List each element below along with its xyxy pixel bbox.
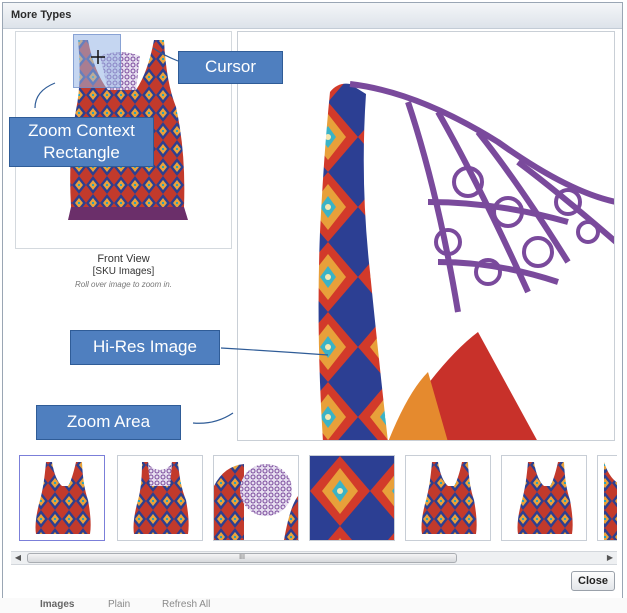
view-name: Front View bbox=[97, 253, 150, 265]
dialog-titlebar: More Types bbox=[3, 3, 622, 29]
cursor-callout: Cursor bbox=[178, 51, 283, 84]
thumbnail-item[interactable] bbox=[309, 455, 395, 541]
scroll-right-icon[interactable]: ▶ bbox=[603, 552, 617, 564]
thumbnail-item[interactable] bbox=[405, 455, 491, 541]
close-button[interactable]: Close bbox=[571, 571, 615, 591]
tab-plain[interactable]: Plain bbox=[108, 599, 130, 610]
thumbnail-item[interactable] bbox=[117, 455, 203, 541]
tab-images[interactable]: Images bbox=[40, 599, 74, 610]
scroll-left-icon[interactable]: ◀ bbox=[11, 552, 25, 564]
dialog-title: More Types bbox=[11, 9, 72, 21]
hires-image bbox=[318, 81, 614, 440]
more-types-dialog: More Types Front View [SKU Images] Roll … bbox=[2, 2, 623, 608]
tab-refresh-all[interactable]: Refresh All bbox=[162, 599, 210, 610]
hires-callout: Hi-Res Image bbox=[70, 330, 220, 365]
thumbnail-strip bbox=[17, 453, 617, 543]
zoom-hint: Roll over image to zoom in. bbox=[75, 280, 172, 289]
background-tab-bar: Images Plain Refresh All bbox=[0, 598, 627, 613]
thumbnail-item[interactable] bbox=[597, 455, 617, 541]
zoom-area-callout: Zoom Area bbox=[36, 405, 181, 440]
image-source: [SKU Images] bbox=[92, 266, 155, 277]
crosshair-cursor-icon bbox=[91, 50, 105, 64]
thumbnail-item[interactable] bbox=[213, 455, 299, 541]
horizontal-scrollbar[interactable]: ◀ III ▶ bbox=[11, 551, 617, 565]
zoom-area bbox=[237, 31, 615, 441]
thumbnail-item[interactable] bbox=[19, 455, 105, 541]
thumbnail-item[interactable] bbox=[501, 455, 587, 541]
scrollbar-thumb[interactable]: III bbox=[27, 553, 457, 563]
zoom-context-callout: Zoom Context Rectangle bbox=[9, 117, 154, 167]
